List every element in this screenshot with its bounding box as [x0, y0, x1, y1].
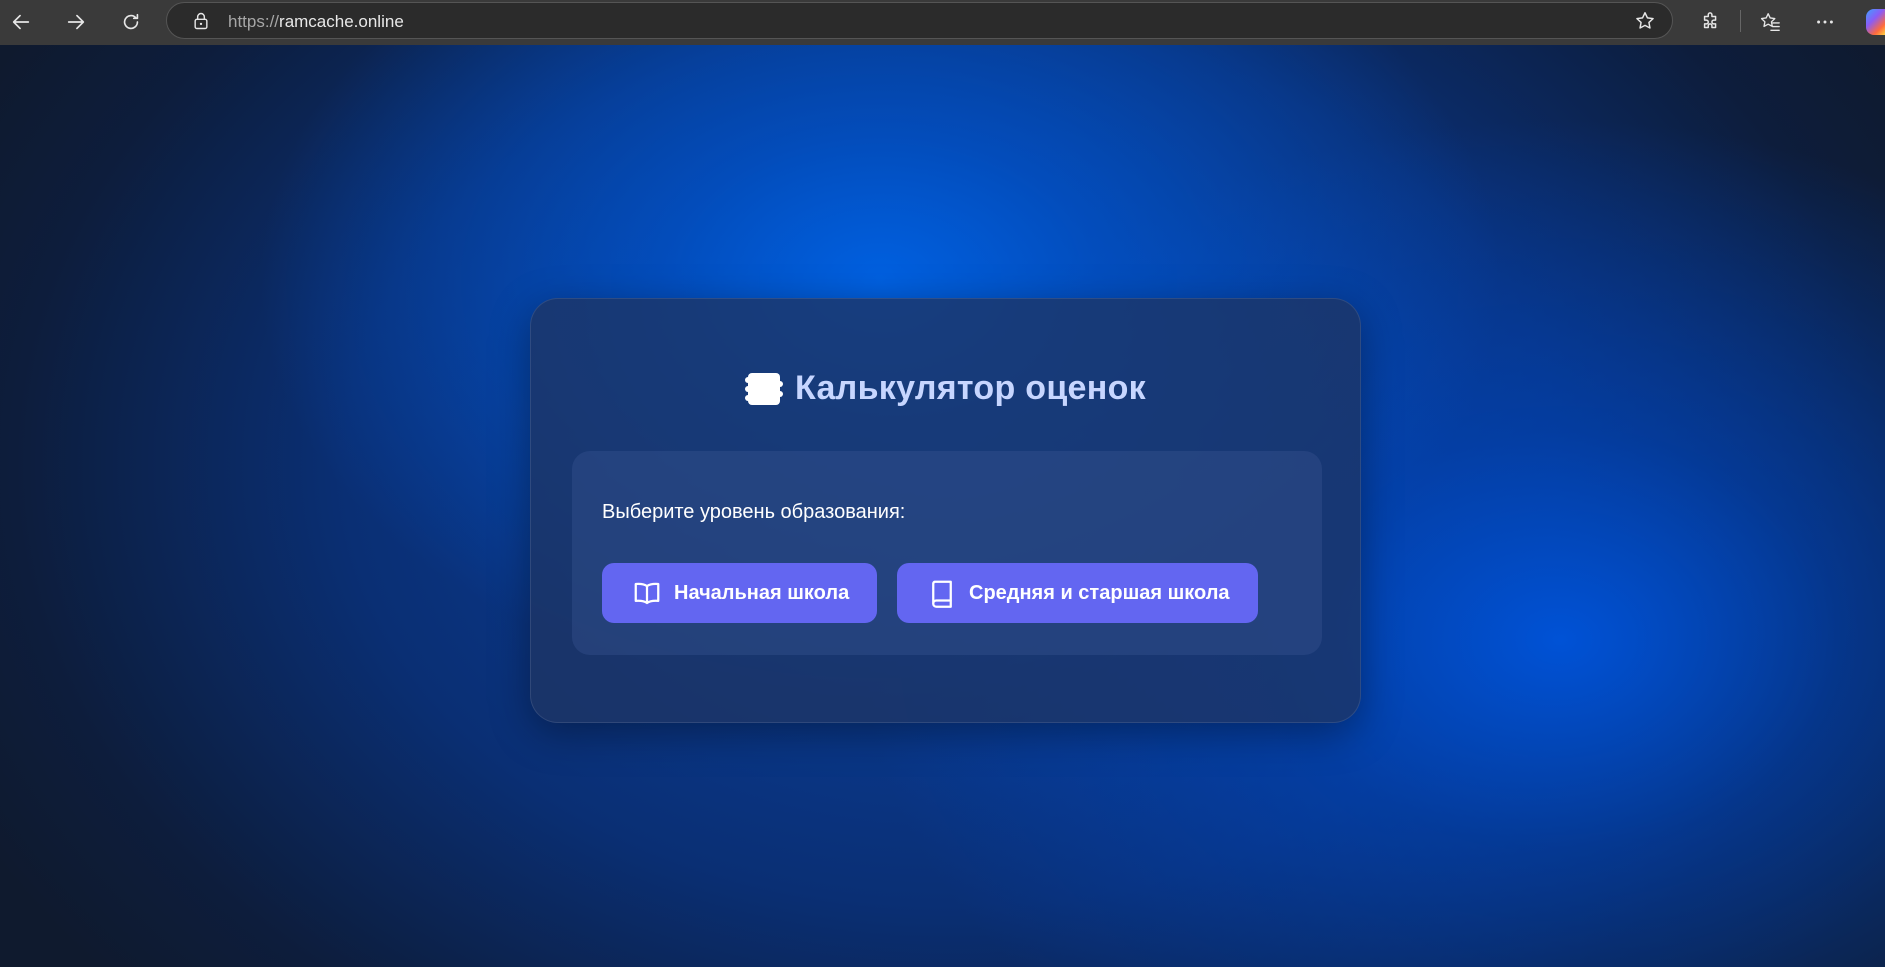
extensions-button[interactable] [1697, 8, 1725, 36]
browser-toolbar: https://ramcache.online [0, 0, 1885, 45]
forward-icon [67, 14, 85, 30]
open-book-icon [634, 582, 660, 605]
primary-school-button[interactable]: Начальная школа [602, 563, 877, 623]
primary-school-label: Начальная школа [674, 581, 850, 604]
star-icon[interactable] [1634, 10, 1656, 32]
url-scheme: https:// [228, 12, 280, 31]
secondary-school-label: Средняя и старшая школа [969, 581, 1230, 604]
more-button[interactable] [1811, 8, 1839, 36]
url-text[interactable]: https://ramcache.online [228, 12, 404, 32]
toolbar-divider [1740, 10, 1741, 32]
favorites-icon [1760, 13, 1780, 31]
refresh-icon [123, 13, 139, 30]
address-bar[interactable]: https://ramcache.online [166, 2, 1673, 39]
back-button[interactable] [6, 7, 36, 37]
url-host: ramcache.online [279, 12, 404, 31]
abacus-icon [745, 372, 783, 405]
lock-icon[interactable] [191, 11, 211, 31]
favorites-button[interactable] [1756, 8, 1784, 36]
calculator-card: Калькулятор оценок Выберите уровень обра… [530, 298, 1361, 723]
level-prompt: Выберите уровень образования: [602, 501, 906, 523]
page-title: Калькулятор оценок [795, 369, 1146, 407]
secondary-school-button[interactable]: Средняя и старшая школа [897, 563, 1258, 623]
forward-button[interactable] [61, 7, 91, 37]
level-selection-panel: Выберите уровень образования: Начальная … [572, 451, 1322, 655]
refresh-button[interactable] [116, 7, 146, 37]
extensions-icon [1703, 12, 1717, 29]
copilot-icon[interactable] [1866, 9, 1885, 35]
page-viewport: Калькулятор оценок Выберите уровень обра… [0, 45, 1885, 967]
more-icon [1817, 20, 1833, 24]
closed-book-icon [932, 580, 952, 608]
back-icon [12, 14, 30, 30]
title-row: Калькулятор оценок [531, 369, 1360, 408]
